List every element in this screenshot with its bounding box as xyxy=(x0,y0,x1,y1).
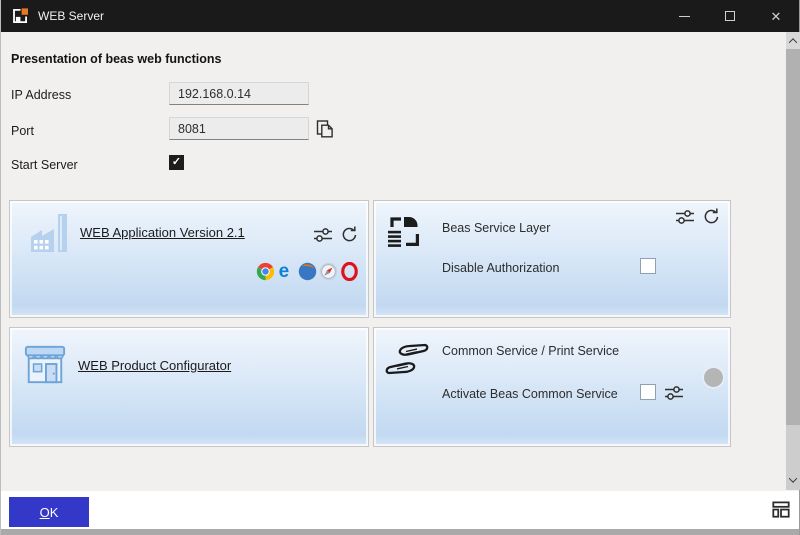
maximize-icon xyxy=(725,11,735,21)
window-controls: ✕ xyxy=(661,0,799,32)
disable-authorization-label: Disable Authorization xyxy=(442,261,559,275)
activate-common-service-label: Activate Beas Common Service xyxy=(442,387,618,401)
chevron-up-icon xyxy=(789,38,797,46)
web-application-link[interactable]: WEB Application Version 2.1 xyxy=(80,225,245,240)
copy-icon[interactable] xyxy=(315,119,335,139)
svg-text:e: e xyxy=(279,262,290,281)
window-bottom-border xyxy=(1,529,799,535)
ok-button-label: O xyxy=(40,505,50,520)
close-icon: ✕ xyxy=(771,10,782,23)
minimize-icon xyxy=(679,16,690,17)
common-service-title: Common Service / Print Service xyxy=(442,344,619,358)
port-label: Port xyxy=(11,124,34,138)
page-title: Presentation of beas web functions xyxy=(11,52,221,66)
edge-icon[interactable]: e xyxy=(277,262,296,281)
panel-beas-service-layer: Beas Service Layer Disable Authorization xyxy=(373,200,731,318)
refresh-icon[interactable] xyxy=(702,207,721,226)
scroll-down-button[interactable] xyxy=(786,473,800,487)
form-layout-icon[interactable] xyxy=(770,498,792,520)
start-server-checkbox[interactable]: ✓ xyxy=(169,155,184,170)
panel-product-configurator: WEB Product Configurator xyxy=(9,327,369,447)
panel-web-application: WEB Application Version 2.1 xyxy=(9,200,369,318)
chevron-down-icon xyxy=(789,474,797,482)
settings-sliders-icon[interactable] xyxy=(313,227,333,243)
ok-button[interactable]: OK xyxy=(9,497,89,527)
disable-authorization-checkbox[interactable] xyxy=(640,258,656,274)
safari-icon[interactable] xyxy=(319,262,338,281)
refresh-icon[interactable] xyxy=(340,225,359,244)
scrollbar-thumb[interactable] xyxy=(786,49,800,425)
scroll-up-button[interactable] xyxy=(786,32,800,49)
footer-bar: OK xyxy=(1,491,799,529)
hands-icon xyxy=(384,341,430,377)
chrome-icon[interactable] xyxy=(256,262,275,281)
titlebar: WEB Server ✕ xyxy=(1,0,799,32)
status-indicator xyxy=(704,368,723,387)
firefox-icon[interactable] xyxy=(298,262,317,281)
web-server-dialog: WEB Server ✕ Presentation of beas web fu… xyxy=(0,0,800,535)
activate-common-service-checkbox[interactable] xyxy=(640,384,656,400)
vertical-scrollbar[interactable] xyxy=(786,32,800,490)
service-layer-tools xyxy=(675,207,721,226)
panel-common-service: Common Service / Print Service Activate … xyxy=(373,327,731,447)
product-configurator-link[interactable]: WEB Product Configurator xyxy=(78,358,231,373)
service-layer-title: Beas Service Layer xyxy=(442,221,550,235)
close-button[interactable]: ✕ xyxy=(753,0,799,32)
ok-button-label-rest: K xyxy=(50,505,59,520)
browser-icons: e xyxy=(256,262,359,281)
opera-icon[interactable] xyxy=(340,262,359,281)
settings-sliders-icon[interactable] xyxy=(675,209,695,225)
maximize-button[interactable] xyxy=(707,0,753,32)
ip-address-label: IP Address xyxy=(11,88,71,102)
window-title: WEB Server xyxy=(38,9,661,23)
settings-sliders-icon[interactable] xyxy=(664,385,684,401)
storefront-icon xyxy=(22,342,68,386)
web-application-tools xyxy=(313,225,359,244)
service-layer-icon xyxy=(386,214,420,248)
port-input[interactable] xyxy=(169,117,309,140)
minimize-button[interactable] xyxy=(661,0,707,32)
start-server-label: Start Server xyxy=(11,158,78,172)
beas-logo-icon xyxy=(11,7,29,25)
factory-icon xyxy=(28,211,74,255)
ip-address-input[interactable] xyxy=(169,82,309,105)
